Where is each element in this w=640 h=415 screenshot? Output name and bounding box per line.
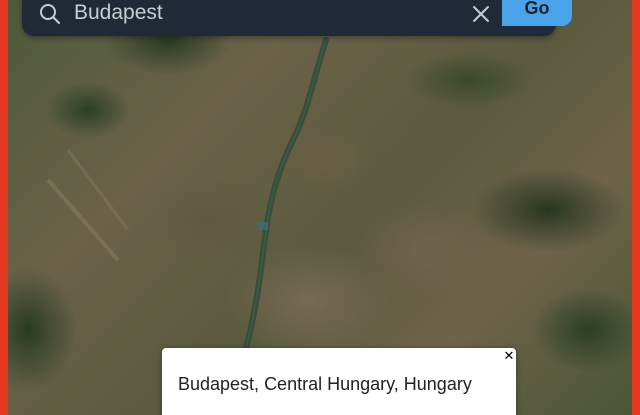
popup-location-text: Budapest, Central Hungary, Hungary bbox=[178, 374, 472, 394]
go-button[interactable]: Go bbox=[502, 0, 572, 26]
popup-close-icon[interactable]: ✕ bbox=[502, 350, 516, 364]
search-bar: Go bbox=[22, 0, 572, 36]
search-input[interactable] bbox=[74, 0, 454, 28]
close-icon[interactable] bbox=[470, 3, 492, 25]
search-icon bbox=[40, 4, 60, 24]
location-popup: ✕ Budapest, Central Hungary, Hungary bbox=[162, 348, 516, 415]
app-frame: Go ✕ Budapest, Central Hungary, Hungary bbox=[8, 0, 632, 415]
